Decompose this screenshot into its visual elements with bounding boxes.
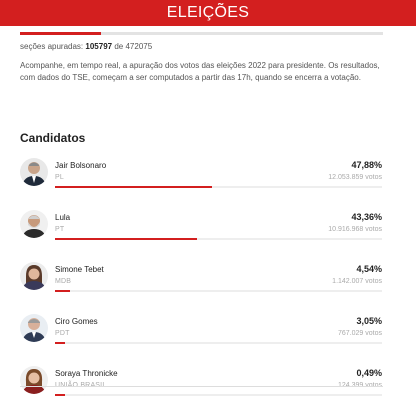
candidates-heading: Candidatos — [20, 131, 86, 145]
candidate-party: PT — [55, 226, 65, 233]
avatar — [20, 210, 48, 238]
avatar — [20, 158, 48, 186]
sections-counted-value: 105797 — [85, 42, 113, 51]
candidate-party: MDB — [55, 278, 72, 285]
avatar — [20, 366, 48, 394]
vote-share-track — [55, 290, 382, 292]
candidate-row[interactable]: Soraya Thronicke UNIÃO BRASIL 0,49% 124.… — [20, 364, 382, 416]
candidate-name: Jair Bolsonaro — [55, 161, 107, 170]
vote-share-bar — [55, 394, 65, 396]
intro-text: Acompanhe, em tempo real, a apuração dos… — [20, 61, 380, 82]
vote-share-bar — [55, 290, 70, 292]
candidate-row[interactable]: Jair Bolsonaro PL 47,88% 12.053.859 voto… — [20, 156, 382, 208]
candidates-list: Jair Bolsonaro PL 47,88% 12.053.859 voto… — [20, 156, 382, 416]
vote-share-bar — [55, 238, 197, 240]
candidate-votes: 10.916.968 votos — [328, 226, 382, 233]
candidate-percent: 3,05% — [356, 316, 382, 326]
vote-share-track — [55, 394, 382, 396]
sections-total: 472075 — [125, 42, 153, 51]
candidate-percent: 0,49% — [356, 368, 382, 378]
candidate-row[interactable]: Ciro Gomes PDT 3,05% 767.029 votos — [20, 312, 382, 364]
candidate-votes: 1.142.007 votos — [332, 278, 382, 285]
page-title: ELEIÇÕES — [166, 4, 250, 21]
candidate-name: Soraya Thronicke — [55, 369, 118, 378]
candidate-name: Ciro Gomes — [55, 317, 98, 326]
vote-share-track — [55, 238, 382, 240]
candidate-party: PDT — [55, 330, 70, 337]
sections-progress-fill — [20, 32, 102, 35]
sections-counted: seções apuradas: 105797 de 472075 — [20, 42, 152, 51]
vote-share-bar — [55, 186, 212, 188]
candidate-votes: 767.029 votos — [338, 330, 382, 337]
sections-progress-bar — [20, 32, 383, 35]
page-header: ELEIÇÕES — [0, 0, 416, 26]
candidate-party: PL — [55, 174, 64, 181]
candidate-percent: 43,36% — [351, 212, 382, 222]
avatar — [20, 314, 48, 342]
vote-share-track — [55, 186, 382, 188]
candidate-row[interactable]: Simone Tebet MDB 4,54% 1.142.007 votos — [20, 260, 382, 312]
candidate-name: Lula — [55, 213, 71, 222]
vote-share-bar — [55, 342, 65, 344]
divider — [20, 386, 383, 387]
sections-middle: de — [114, 42, 124, 51]
candidate-row[interactable]: Lula PT 43,36% 10.916.968 votos — [20, 208, 382, 260]
vote-share-track — [55, 342, 382, 344]
candidate-name: Simone Tebet — [55, 265, 104, 274]
candidate-votes: 12.053.859 votos — [328, 174, 382, 181]
candidate-percent: 47,88% — [351, 160, 382, 170]
candidate-percent: 4,54% — [356, 264, 382, 274]
sections-prefix: seções apuradas: — [20, 42, 84, 51]
avatar — [20, 262, 48, 290]
